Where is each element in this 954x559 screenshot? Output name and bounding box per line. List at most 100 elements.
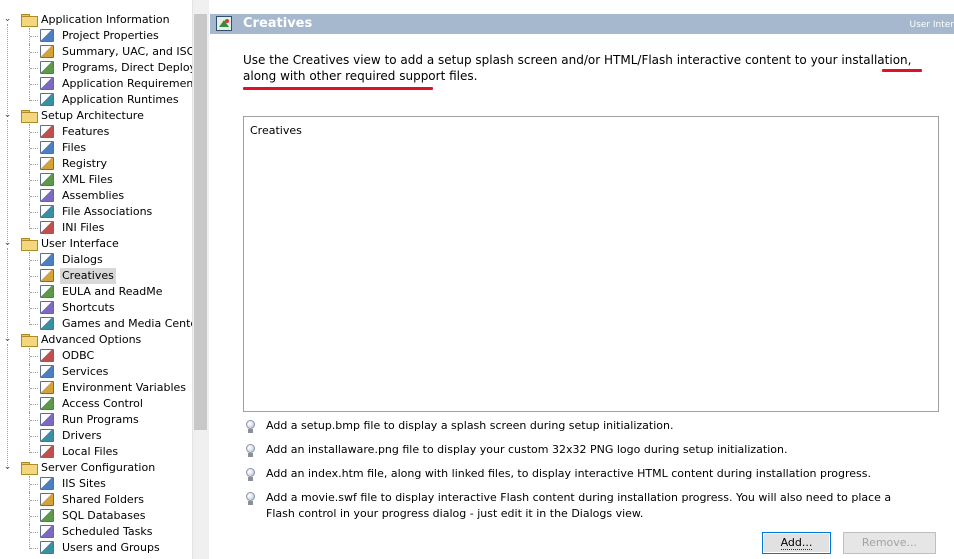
tree-item-label: XML Files xyxy=(62,173,113,186)
tree-connector xyxy=(30,52,38,53)
tree-item-label: IIS Sites xyxy=(62,477,106,490)
tree-item-label: Local Files xyxy=(62,445,119,458)
tree-item[interactable]: Programs, Direct Deploy xyxy=(0,60,196,76)
project-tree[interactable]: ⌄ Application Information Project Properti… xyxy=(0,0,208,559)
tree-item[interactable]: Environment Variables xyxy=(0,380,190,396)
folder-open-icon xyxy=(21,334,38,347)
tree-item[interactable]: Dialogs xyxy=(0,252,190,268)
tree-item[interactable]: SQL Databases xyxy=(0,508,190,524)
tree-group[interactable]: ⌄ Application Information xyxy=(0,12,190,28)
ini-files-icon xyxy=(40,221,54,234)
view-description: Use the Creatives view to add a setup sp… xyxy=(243,53,912,83)
creatives-list[interactable]: Creatives xyxy=(243,116,939,412)
panel-title: Creatives xyxy=(243,16,313,31)
tree-connector xyxy=(7,248,8,340)
requirements-icon xyxy=(40,77,54,90)
tree-group[interactable]: ⌄ User Interface xyxy=(0,236,190,252)
access-control-icon xyxy=(40,397,54,410)
chevron-down-icon[interactable]: ⌄ xyxy=(3,463,12,472)
tree-item[interactable]: File Associations xyxy=(0,204,190,220)
tree-item-label: Files xyxy=(62,141,87,154)
tree-item[interactable]: Users and Groups xyxy=(0,540,190,556)
tree-item[interactable]: Application Requirements xyxy=(0,76,203,92)
features-icon xyxy=(40,125,54,138)
tree-group-label: Application Information xyxy=(41,13,170,26)
tree-item-label: Application Runtimes xyxy=(62,93,179,106)
chevron-down-icon[interactable]: ⌄ xyxy=(3,239,12,248)
tree-item[interactable]: Registry xyxy=(0,156,190,172)
tree-item[interactable]: Shared Folders xyxy=(0,492,190,508)
tree-item[interactable]: Scheduled Tasks xyxy=(0,524,190,540)
local-files-icon xyxy=(40,445,54,458)
summary-icon xyxy=(40,45,54,58)
tree-scrollbar[interactable] xyxy=(192,0,209,559)
tree-item[interactable]: Application Runtimes xyxy=(0,92,190,108)
chevron-down-icon[interactable]: ⌄ xyxy=(3,111,12,120)
tree-connector xyxy=(30,404,38,405)
drivers-icon xyxy=(40,429,54,442)
tree-connector xyxy=(30,196,38,197)
tree-connector xyxy=(30,436,38,437)
tree-item[interactable]: Drivers xyxy=(0,428,190,444)
lightbulb-icon xyxy=(246,420,255,434)
tree-item[interactable]: Run Programs xyxy=(0,412,190,428)
tree-item[interactable]: Files xyxy=(0,140,190,156)
users-groups-icon xyxy=(40,541,54,554)
tree-item[interactable]: Shortcuts xyxy=(0,300,190,316)
tree-connector xyxy=(30,148,38,149)
creatives-header-icon xyxy=(216,16,232,31)
tree-connector xyxy=(30,100,38,101)
tree-group[interactable]: ⌄ Server Configuration xyxy=(0,460,190,476)
tree-item[interactable]: IIS Sites xyxy=(0,476,190,492)
tree-scrollbar-thumb[interactable] xyxy=(194,14,207,430)
tree-item[interactable]: Assemblies xyxy=(0,188,190,204)
chevron-down-icon[interactable]: ⌄ xyxy=(3,15,12,24)
tree-connector xyxy=(30,180,38,181)
scheduled-tasks-icon xyxy=(40,525,54,538)
iis-sites-icon xyxy=(40,477,54,490)
tree-group-label: Advanced Options xyxy=(41,333,142,346)
tree-item[interactable]: INI Files xyxy=(0,220,190,236)
tree-group-label: Setup Architecture xyxy=(41,109,144,122)
tree-item-label: Programs, Direct Deploy xyxy=(62,61,197,74)
tree-item[interactable]: Project Properties xyxy=(0,28,190,44)
tip-text: Add an index.htm file, along with linked… xyxy=(266,467,872,480)
folder-open-icon xyxy=(21,462,38,475)
tree-connector xyxy=(30,260,38,261)
tree-connector xyxy=(30,308,38,309)
tree-connector xyxy=(7,24,8,116)
tree-item-label: Users and Groups xyxy=(62,541,160,554)
lightbulb-icon xyxy=(246,492,255,506)
tree-connector xyxy=(30,548,38,549)
remove-button[interactable]: Remove... xyxy=(843,532,936,554)
add-button[interactable]: Add... xyxy=(762,532,831,554)
tree-item-label: Project Properties xyxy=(62,29,159,42)
tree-item[interactable]: ODBC xyxy=(0,348,190,364)
tree-group-label: Server Configuration xyxy=(41,461,156,474)
tree-item[interactable]: Games and Media Center xyxy=(0,316,202,332)
tree-item-label: Application Requirements xyxy=(62,77,204,90)
tree-item[interactable]: Summary, UAC, and ISO xyxy=(0,44,195,60)
tree-item-label: Shortcuts xyxy=(62,301,115,314)
shortcuts-icon xyxy=(40,301,54,314)
tree-item-label: Drivers xyxy=(62,429,102,442)
tree-item[interactable]: Features xyxy=(0,124,190,140)
tip-text: Add an installaware.png file to display … xyxy=(266,443,788,456)
run-programs-icon xyxy=(40,413,54,426)
tree-group[interactable]: ⌄ Setup Architecture xyxy=(0,108,190,124)
tree-item[interactable]: EULA and ReadMe xyxy=(0,284,190,300)
tree-item[interactable]: Access Control xyxy=(0,396,190,412)
tree-item[interactable]: Services xyxy=(0,364,190,380)
chevron-down-icon[interactable]: ⌄ xyxy=(3,335,12,344)
tree-connector xyxy=(30,132,38,133)
tree-item-label: Creatives xyxy=(60,268,116,284)
tree-item[interactable]: Creatives xyxy=(0,268,190,284)
tree-item[interactable]: XML Files xyxy=(0,172,190,188)
odbc-icon xyxy=(40,349,54,362)
files-icon xyxy=(40,141,54,154)
registry-icon xyxy=(40,157,54,170)
tree-item[interactable]: Local Files xyxy=(0,444,190,460)
tree-connector xyxy=(30,324,38,325)
tree-group[interactable]: ⌄ Advanced Options xyxy=(0,332,190,348)
shared-folders-icon xyxy=(40,493,54,506)
